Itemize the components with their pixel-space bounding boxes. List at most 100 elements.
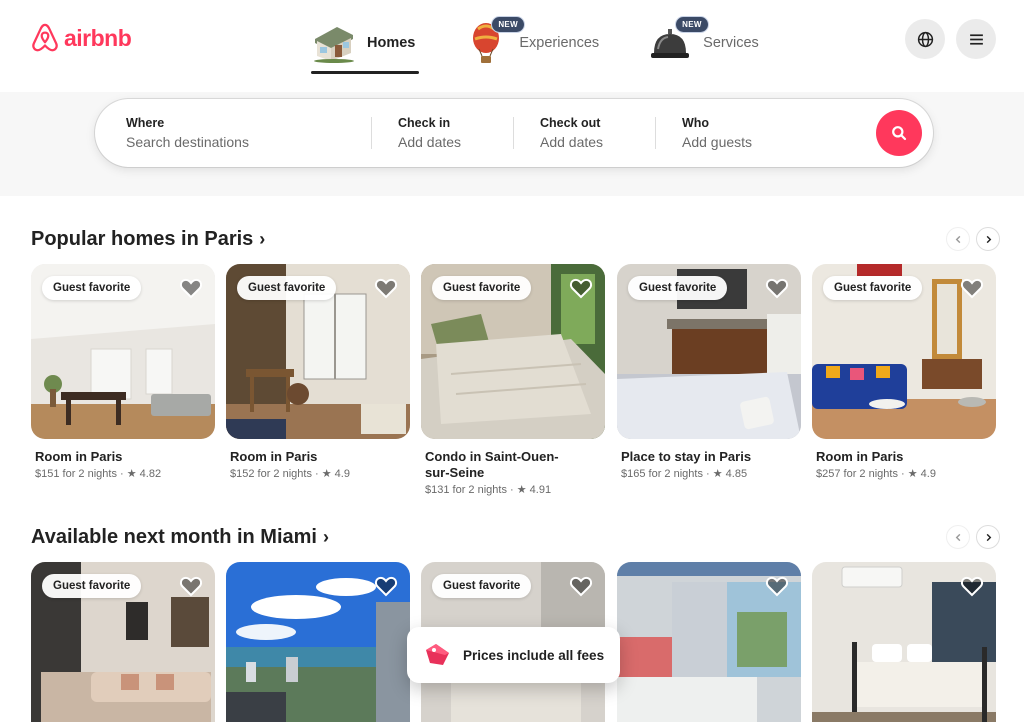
tab-homes[interactable]: Homes — [305, 12, 420, 74]
experiences-new-badge: NEW — [491, 16, 525, 33]
section-title-miami[interactable]: Available next month in Miami › — [31, 526, 329, 549]
search-button[interactable] — [876, 110, 922, 156]
heart-icon[interactable] — [765, 575, 789, 597]
listing-card[interactable]: Guest favorite Condo in Saint-Ouen-sur-S… — [421, 264, 605, 496]
listing-photo[interactable]: Guest favorite — [617, 264, 801, 439]
heart-icon[interactable] — [569, 277, 593, 299]
tab-experiences[interactable]: NEW Experiences — [457, 12, 603, 74]
chevron-right-icon: › — [322, 527, 329, 547]
price-tag-icon — [426, 644, 449, 665]
guest-favorite-badge: Guest favorite — [432, 276, 532, 300]
listing-photo[interactable] — [226, 562, 410, 722]
guest-favorite-badge: Guest favorite — [432, 574, 532, 598]
next-button[interactable] — [976, 227, 1000, 251]
listing-rating: ★ 4.9 — [907, 468, 936, 480]
listing-title: Room in Paris — [816, 449, 904, 464]
listing-meta: $165 for 2 nights · ★ 4.85 — [621, 468, 748, 480]
listing-rating: ★ 4.9 — [321, 468, 350, 480]
listing-card[interactable] — [812, 562, 996, 722]
listing-price: $152 for 2 nights — [230, 468, 312, 480]
listing-photo[interactable] — [812, 562, 996, 722]
heart-icon[interactable] — [374, 575, 398, 597]
guest-favorite-badge: Guest favorite — [42, 276, 142, 300]
next-button[interactable] — [976, 525, 1000, 549]
where-field[interactable]: Where Search destinations — [95, 99, 371, 167]
search-icon — [892, 126, 907, 141]
listing-photo[interactable]: Guest favorite — [31, 562, 215, 722]
language-button[interactable] — [905, 19, 945, 59]
guest-favorite-badge: Guest favorite — [237, 276, 337, 300]
check-out-label: Check out — [540, 116, 601, 130]
listing-price: $151 for 2 nights — [35, 468, 117, 480]
guest-favorite-badge: Guest favorite — [42, 574, 142, 598]
listing-card[interactable]: Guest favorite Room in Paris $152 for 2 … — [226, 264, 410, 480]
listing-price: $257 for 2 nights — [816, 468, 898, 480]
tab-homes-label: Homes — [367, 35, 416, 51]
chevron-right-icon — [986, 533, 991, 541]
listing-card[interactable] — [617, 562, 801, 722]
section-title-text: Popular homes in Paris — [31, 228, 254, 250]
who-placeholder: Add guests — [682, 134, 753, 150]
chevron-left-icon — [955, 235, 960, 243]
heart-icon[interactable] — [179, 277, 203, 299]
listing-photo[interactable] — [617, 562, 801, 722]
check-in-field[interactable]: Check in Add dates — [372, 99, 513, 167]
globe-icon — [917, 31, 933, 47]
house-icon — [309, 20, 359, 66]
chevron-right-icon: › — [259, 229, 266, 249]
check-in-placeholder: Add dates — [398, 134, 462, 150]
listing-title: Room in Paris — [230, 449, 318, 464]
listing-card[interactable] — [226, 562, 410, 722]
listing-photo[interactable]: Guest favorite — [812, 264, 996, 439]
listing-photo[interactable]: Guest favorite — [226, 264, 410, 439]
listing-rating: ★ 4.82 — [126, 468, 162, 480]
listing-meta: $131 for 2 nights · ★ 4.91 — [425, 484, 552, 496]
listing-card[interactable]: Guest favorite — [31, 562, 215, 722]
guest-favorite-badge: Guest favorite — [628, 276, 728, 300]
listing-card[interactable]: Guest favorite Room in Paris $257 for 2 … — [812, 264, 996, 480]
previous-button[interactable] — [946, 227, 970, 251]
prices-include-fees-text: Prices include all fees — [463, 647, 605, 663]
miami-pager — [946, 525, 1000, 549]
tab-services[interactable]: NEW Services — [641, 12, 763, 74]
main-menu-button[interactable] — [956, 19, 996, 59]
listing-title: Room in Paris — [35, 449, 123, 464]
listing-photo[interactable]: Guest favorite — [31, 264, 215, 439]
heart-icon[interactable] — [569, 575, 593, 597]
tab-experiences-label: Experiences — [519, 35, 600, 51]
header: airbnb Homes NEW Experiences NEW Service… — [0, 0, 1024, 196]
check-out-field[interactable]: Check out Add dates — [514, 99, 655, 167]
brand-name: airbnb — [64, 24, 132, 51]
check-out-placeholder: Add dates — [540, 134, 604, 150]
who-field[interactable]: Who Add guests — [656, 99, 856, 167]
listing-card[interactable]: Guest favorite Room in Paris $151 for 2 … — [31, 264, 215, 480]
listing-price: $131 for 2 nights — [425, 484, 507, 496]
heart-icon[interactable] — [374, 277, 398, 299]
where-placeholder: Search destinations — [126, 134, 249, 150]
hamburger-menu-icon — [969, 33, 983, 45]
heart-icon[interactable] — [960, 277, 984, 299]
guest-favorite-badge: Guest favorite — [823, 276, 923, 300]
section-title-paris[interactable]: Popular homes in Paris › — [31, 228, 265, 251]
listing-photo[interactable]: Guest favorite — [421, 264, 605, 439]
where-label: Where — [126, 116, 165, 130]
previous-button[interactable] — [946, 525, 970, 549]
check-in-label: Check in — [398, 116, 451, 130]
airbnb-logo-icon — [32, 23, 58, 52]
services-new-badge: NEW — [675, 16, 709, 33]
tab-services-label: Services — [703, 35, 759, 51]
listing-meta: $257 for 2 nights · ★ 4.9 — [816, 468, 936, 480]
heart-icon[interactable] — [960, 575, 984, 597]
prices-include-fees-pill[interactable]: Prices include all fees — [407, 627, 620, 683]
heart-icon[interactable] — [179, 575, 203, 597]
chevron-left-icon — [955, 533, 960, 541]
listing-title: Condo in Saint-Ouen-sur-Seine — [425, 449, 559, 480]
who-label: Who — [682, 116, 710, 130]
heart-icon[interactable] — [765, 277, 789, 299]
listing-price: $165 for 2 nights — [621, 468, 703, 480]
listing-meta: $151 for 2 nights · ★ 4.82 — [35, 468, 162, 480]
listing-card[interactable]: Guest favorite Place to stay in Paris $1… — [617, 264, 801, 480]
airbnb-logo[interactable]: airbnb — [30, 22, 132, 54]
listing-rating: ★ 4.85 — [712, 468, 748, 480]
listing-meta: $152 for 2 nights · ★ 4.9 — [230, 468, 350, 480]
